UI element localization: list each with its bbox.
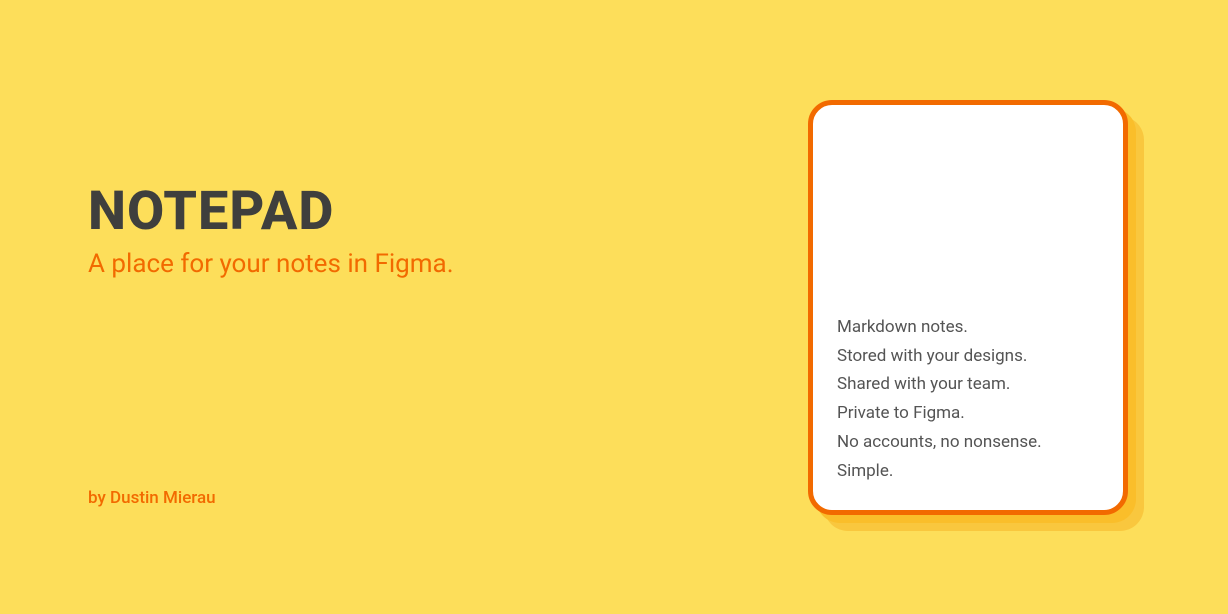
app-subtitle: A place for your notes in Figma. <box>88 249 454 279</box>
preview-card-container: Markdown notes. Stored with your designs… <box>808 100 1128 515</box>
author-credit: by Dustin Mierau <box>88 488 216 508</box>
feature-line: Simple. <box>837 457 1099 486</box>
preview-card: Markdown notes. Stored with your designs… <box>808 100 1128 515</box>
feature-line: Private to Figma. <box>837 399 1099 428</box>
app-title: NOTEPAD <box>88 180 454 243</box>
card-content: Markdown notes. Stored with your designs… <box>837 313 1099 486</box>
hero-section: NOTEPAD A place for your notes in Figma. <box>88 180 454 279</box>
feature-line: No accounts, no nonsense. <box>837 428 1099 457</box>
feature-line: Markdown notes. <box>837 313 1099 342</box>
feature-line: Shared with your team. <box>837 370 1099 399</box>
feature-line: Stored with your designs. <box>837 342 1099 371</box>
